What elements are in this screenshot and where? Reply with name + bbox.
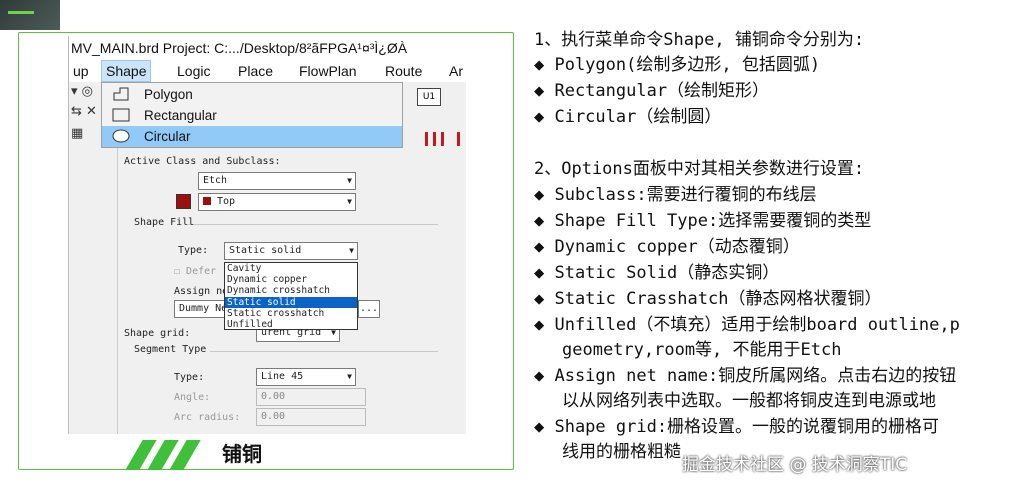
rectangle-icon — [112, 108, 130, 122]
stripe-decoration — [120, 440, 210, 470]
tool-icon[interactable]: ▦ — [71, 126, 83, 141]
fill-option-static-solid[interactable]: Static solid — [225, 296, 357, 308]
menu-shape[interactable]: Shape — [101, 60, 152, 82]
note-line: ◆ Subclass:需要进行覆铜的布线层 — [534, 185, 817, 205]
shape-dropdown-menu: Polygon Rectangular Circular — [101, 82, 403, 148]
class-select[interactable]: Etch ▼ — [198, 172, 356, 190]
note-line: ◆ Rectangular（绘制矩形） — [534, 81, 770, 101]
color-swatch[interactable] — [176, 194, 191, 209]
note-line: ◆ Shape grid:栅格设置。一般的说覆铜用的栅格可 — [534, 417, 940, 437]
angle-label: Angle: — [174, 392, 211, 403]
menu-ar[interactable]: Ar — [445, 60, 466, 82]
component-icon[interactable]: U1 — [417, 88, 441, 106]
note-line: ◆ Circular（绘制圆） — [534, 107, 722, 127]
slide-caption: 铺铜 — [222, 442, 262, 466]
menu-flowplan[interactable]: FlowPlan — [295, 60, 361, 82]
chevron-down-icon: ▼ — [349, 246, 354, 255]
fill-type-select[interactable]: Static solid ▼ — [224, 242, 358, 260]
menu-item-rectangular[interactable]: Rectangular — [102, 105, 402, 126]
note-line: 线用的栅格粗糙 — [562, 442, 681, 462]
fill-option-dynamic-crosshatch[interactable]: Dynamic crosshatch — [225, 285, 357, 296]
arc-radius-input[interactable]: 0.00 — [256, 408, 366, 426]
fill-type-dropdown-list: Cavity Dynamic copper Dynamic crosshatch… — [224, 262, 358, 330]
segment-type-label: Segment Type — [134, 344, 207, 355]
note-line: 以从网络列表中选取。一般都将铜皮连到电源或地 — [562, 391, 936, 411]
arc-radius-label: Arc radius: — [174, 412, 241, 423]
shape-grid-label: Shape grid: — [124, 328, 191, 339]
menu-place[interactable]: Place — [234, 60, 277, 82]
note-line: ◆ Polygon(绘制多边形, 包括圆弧) — [534, 55, 821, 75]
segment-type-select[interactable]: Line 45 ▼ — [256, 368, 356, 386]
fill-option-static-crosshatch[interactable]: Static crosshatch — [225, 308, 357, 319]
menu-setup[interactable]: up — [69, 60, 93, 82]
menu-item-label: Polygon — [144, 87, 193, 102]
menu-item-circular[interactable]: Circular — [102, 126, 402, 147]
red-marks-icon — [421, 132, 466, 148]
menu-item-polygon[interactable]: Polygon — [102, 84, 402, 105]
note-line: ◆ Unfilled（不填充）适用于绘制board outline,p — [534, 315, 960, 335]
note-line: 2、Options面板中对其相关参数进行设置: — [534, 159, 865, 179]
menu-logic[interactable]: Logic — [173, 60, 214, 82]
note-line: ◆ Static Crasshatch（静态网格状覆铜） — [534, 289, 882, 309]
fill-option-unfilled[interactable]: Unfilled — [225, 319, 357, 330]
note-line: ◆ Static Solid（静态实铜） — [534, 263, 780, 283]
polygon-icon — [113, 87, 129, 101]
assign-net-label: Assign ne — [174, 286, 229, 297]
screenshot-window: MV_MAIN.brd Project: C:.../Desktop/8²ãFP… — [68, 36, 466, 434]
chevron-down-icon: ▼ — [347, 197, 352, 206]
fill-option-dynamic-copper[interactable]: Dynamic copper — [225, 274, 357, 285]
seg-type-label: Type: — [174, 372, 205, 383]
note-line: ◆ Shape Fill Type:选择需要覆铜的类型 — [534, 211, 872, 231]
note-line: geometry,room等, 不能用于Etch — [562, 340, 842, 360]
chevron-down-icon: ▼ — [347, 372, 352, 381]
window-title: MV_MAIN.brd Project: C:.../Desktop/8²ãFP… — [69, 36, 466, 60]
chevron-down-icon: ▼ — [347, 176, 352, 185]
defer-checkbox[interactable]: ☐ Defer — [174, 266, 216, 277]
menu-item-label: Circular — [144, 129, 191, 144]
tool-icon[interactable]: ⇆ ✕ — [71, 104, 97, 119]
notes-text: 1、执行菜单命令Shape, 铺铜命令分别为: ◆ Polygon(绘制多边形,… — [534, 28, 1024, 468]
note-line: ◆ Dynamic copper（动态覆铜） — [534, 237, 800, 257]
circle-icon — [112, 129, 130, 143]
angle-input[interactable]: 0.00 — [256, 388, 366, 406]
watermark: 掘金技术社区 @ 技术洞察TIC — [682, 455, 908, 475]
net-browse-button[interactable]: ... — [358, 300, 380, 318]
menu-route[interactable]: Route — [381, 60, 426, 82]
active-class-label: Active Class and Subclass: — [124, 156, 281, 167]
tool-icon[interactable]: ▾ ◎ — [71, 84, 93, 99]
corner-decoration — [0, 0, 60, 30]
left-toolbar: ▾ ◎ ⇆ ✕ ▦ — [69, 82, 101, 148]
options-panel: Active Class and Subclass: Etch ▼ Top ▼ Sh… — [117, 148, 443, 434]
menu-item-label: Rectangular — [144, 108, 217, 123]
shape-fill-label: Shape Fill — [134, 217, 195, 228]
type-label: Type: — [178, 245, 209, 256]
subclass-select[interactable]: Top ▼ — [198, 193, 356, 211]
note-line: 1、执行菜单命令Shape, 铺铜命令分别为: — [534, 30, 865, 50]
note-line: ◆ Assign net name:铜皮所属网络。点击右边的按钮 — [534, 366, 957, 386]
fill-option-cavity[interactable]: Cavity — [225, 263, 357, 274]
menu-bar: up Shape Logic Place FlowPlan Route Ar — [69, 60, 466, 82]
